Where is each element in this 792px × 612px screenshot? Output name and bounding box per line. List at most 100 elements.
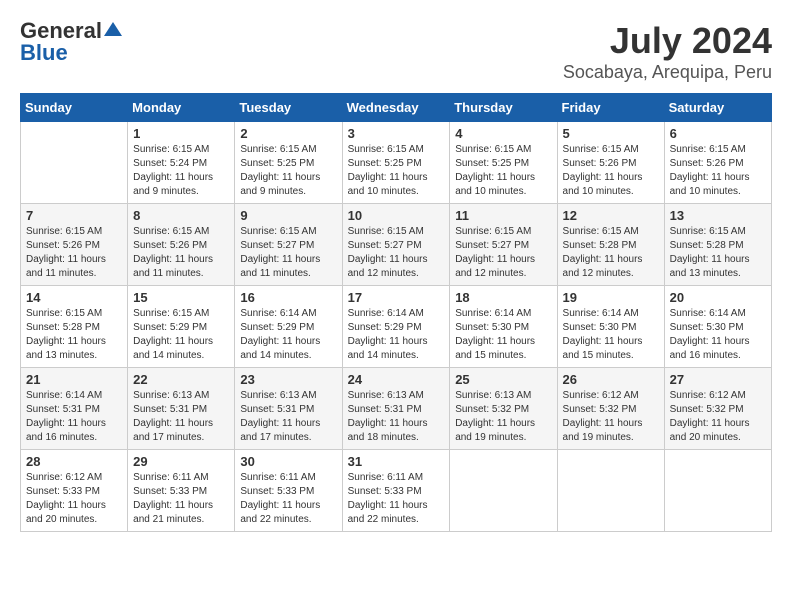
calendar-cell: 27 Sunrise: 6:12 AMSunset: 5:32 PMDayligh… xyxy=(664,368,771,450)
day-number: 23 xyxy=(240,372,336,387)
calendar-cell: 21Sunrise: 6:14 AMSunset: 5:31 PMDayligh… xyxy=(21,368,128,450)
calendar-cell: 1 Sunrise: 6:15 AMSunset: 5:24 PMDaylight… xyxy=(128,122,235,204)
logo: General Blue xyxy=(20,20,122,64)
day-info: Sunrise: 6:15 AMSunset: 5:28 PMDaylight:… xyxy=(26,307,122,363)
calendar-cell: 8 Sunrise: 6:15 AMSunset: 5:26 PMDaylight… xyxy=(128,204,235,286)
calendar-cell: 19 Sunrise: 6:14 AMSunset: 5:30 PMDayligh… xyxy=(557,286,664,368)
day-number: 6 xyxy=(670,126,766,141)
calendar-cell: 28Sunrise: 6:12 AMSunset: 5:33 PMDayligh… xyxy=(21,450,128,532)
day-number: 1 xyxy=(133,126,229,141)
day-info: Sunrise: 6:14 AMSunset: 5:29 PMDaylight:… xyxy=(348,307,445,363)
day-info: Sunrise: 6:15 AMSunset: 5:27 PMDaylight:… xyxy=(455,225,551,281)
calendar-cell: 7 Sunrise: 6:15 AMSunset: 5:26 PMDaylight… xyxy=(21,204,128,286)
day-number: 4 xyxy=(455,126,551,141)
day-number: 28 xyxy=(26,454,122,469)
weekday-header-friday: Friday xyxy=(557,94,664,122)
day-number: 26 xyxy=(563,372,659,387)
day-number: 27 xyxy=(670,372,766,387)
title-area: July 2024 Socabaya, Arequipa, Peru xyxy=(563,20,772,83)
day-info: Sunrise: 6:15 AMSunset: 5:25 PMDaylight:… xyxy=(455,143,551,199)
calendar-cell xyxy=(664,450,771,532)
calendar-cell: 2 Sunrise: 6:15 AMSunset: 5:25 PMDaylight… xyxy=(235,122,342,204)
day-number: 29 xyxy=(133,454,229,469)
calendar-cell: 30 Sunrise: 6:11 AMSunset: 5:33 PMDayligh… xyxy=(235,450,342,532)
calendar-cell: 10 Sunrise: 6:15 AMSunset: 5:27 PMDayligh… xyxy=(342,204,450,286)
day-number: 21 xyxy=(26,372,122,387)
calendar-cell: 29 Sunrise: 6:11 AMSunset: 5:33 PMDayligh… xyxy=(128,450,235,532)
day-info: Sunrise: 6:15 AMSunset: 5:28 PMDaylight:… xyxy=(563,225,659,281)
day-number: 20 xyxy=(670,290,766,305)
calendar-week-row: 7 Sunrise: 6:15 AMSunset: 5:26 PMDaylight… xyxy=(21,204,772,286)
day-number: 17 xyxy=(348,290,445,305)
day-number: 3 xyxy=(348,126,445,141)
calendar-cell: 16 Sunrise: 6:14 AMSunset: 5:29 PMDayligh… xyxy=(235,286,342,368)
day-info: Sunrise: 6:15 AMSunset: 5:26 PMDaylight:… xyxy=(133,225,229,281)
calendar-cell: 14Sunrise: 6:15 AMSunset: 5:28 PMDayligh… xyxy=(21,286,128,368)
calendar-cell: 18 Sunrise: 6:14 AMSunset: 5:30 PMDayligh… xyxy=(450,286,557,368)
calendar-cell: 20 Sunrise: 6:14 AMSunset: 5:30 PMDayligh… xyxy=(664,286,771,368)
day-number: 30 xyxy=(240,454,336,469)
day-info: Sunrise: 6:14 AMSunset: 5:30 PMDaylight:… xyxy=(670,307,766,363)
day-number: 7 xyxy=(26,208,122,223)
calendar-cell xyxy=(557,450,664,532)
calendar-cell: 25Sunrise: 6:13 AMSunset: 5:32 PMDayligh… xyxy=(450,368,557,450)
day-info: Sunrise: 6:15 AMSunset: 5:26 PMDaylight:… xyxy=(563,143,659,199)
day-info: Sunrise: 6:13 AMSunset: 5:31 PMDaylight:… xyxy=(348,389,445,445)
day-info: Sunrise: 6:14 AMSunset: 5:30 PMDaylight:… xyxy=(563,307,659,363)
day-info: Sunrise: 6:12 AMSunset: 5:32 PMDaylight:… xyxy=(563,389,659,445)
calendar-cell: 22 Sunrise: 6:13 AMSunset: 5:31 PMDayligh… xyxy=(128,368,235,450)
calendar-cell: 26 Sunrise: 6:12 AMSunset: 5:32 PMDayligh… xyxy=(557,368,664,450)
location-subtitle: Socabaya, Arequipa, Peru xyxy=(563,62,772,83)
day-number: 2 xyxy=(240,126,336,141)
weekday-header-sunday: Sunday xyxy=(21,94,128,122)
day-number: 16 xyxy=(240,290,336,305)
day-info: Sunrise: 6:15 AMSunset: 5:25 PMDaylight:… xyxy=(240,143,336,199)
day-info: Sunrise: 6:14 AMSunset: 5:30 PMDaylight:… xyxy=(455,307,551,363)
calendar-cell: 23 Sunrise: 6:13 AMSunset: 5:31 PMDayligh… xyxy=(235,368,342,450)
day-info: Sunrise: 6:12 AMSunset: 5:32 PMDaylight:… xyxy=(670,389,766,445)
weekday-header-thursday: Thursday xyxy=(450,94,557,122)
day-number: 9 xyxy=(240,208,336,223)
day-info: Sunrise: 6:15 AMSunset: 5:25 PMDaylight:… xyxy=(348,143,445,199)
day-number: 8 xyxy=(133,208,229,223)
day-info: Sunrise: 6:15 AMSunset: 5:27 PMDaylight:… xyxy=(240,225,336,281)
day-info: Sunrise: 6:15 AMSunset: 5:27 PMDaylight:… xyxy=(348,225,445,281)
day-number: 18 xyxy=(455,290,551,305)
calendar-week-row: 28Sunrise: 6:12 AMSunset: 5:33 PMDayligh… xyxy=(21,450,772,532)
page-header: General Blue July 2024 Socabaya, Arequip… xyxy=(20,20,772,83)
day-number: 15 xyxy=(133,290,229,305)
day-info: Sunrise: 6:15 AMSunset: 5:26 PMDaylight:… xyxy=(26,225,122,281)
day-number: 19 xyxy=(563,290,659,305)
weekday-header-row: SundayMondayTuesdayWednesdayThursdayFrid… xyxy=(21,94,772,122)
day-number: 12 xyxy=(563,208,659,223)
calendar-cell: 13Sunrise: 6:15 AMSunset: 5:28 PMDayligh… xyxy=(664,204,771,286)
day-number: 22 xyxy=(133,372,229,387)
calendar-cell: 6 Sunrise: 6:15 AMSunset: 5:26 PMDaylight… xyxy=(664,122,771,204)
logo-blue-text: Blue xyxy=(20,42,68,64)
day-info: Sunrise: 6:13 AMSunset: 5:31 PMDaylight:… xyxy=(133,389,229,445)
logo-triangle-icon xyxy=(104,20,122,38)
day-info: Sunrise: 6:11 AMSunset: 5:33 PMDaylight:… xyxy=(133,471,229,527)
weekday-header-saturday: Saturday xyxy=(664,94,771,122)
logo-general-text: General xyxy=(20,20,102,42)
day-info: Sunrise: 6:14 AMSunset: 5:29 PMDaylight:… xyxy=(240,307,336,363)
day-number: 10 xyxy=(348,208,445,223)
day-info: Sunrise: 6:13 AMSunset: 5:31 PMDaylight:… xyxy=(240,389,336,445)
calendar-cell: 4 Sunrise: 6:15 AMSunset: 5:25 PMDaylight… xyxy=(450,122,557,204)
weekday-header-wednesday: Wednesday xyxy=(342,94,450,122)
weekday-header-monday: Monday xyxy=(128,94,235,122)
day-number: 5 xyxy=(563,126,659,141)
calendar-week-row: 14Sunrise: 6:15 AMSunset: 5:28 PMDayligh… xyxy=(21,286,772,368)
day-info: Sunrise: 6:11 AMSunset: 5:33 PMDaylight:… xyxy=(240,471,336,527)
calendar-cell: 3 Sunrise: 6:15 AMSunset: 5:25 PMDaylight… xyxy=(342,122,450,204)
calendar-cell: 24 Sunrise: 6:13 AMSunset: 5:31 PMDayligh… xyxy=(342,368,450,450)
day-info: Sunrise: 6:15 AMSunset: 5:26 PMDaylight:… xyxy=(670,143,766,199)
day-number: 31 xyxy=(348,454,445,469)
day-info: Sunrise: 6:13 AMSunset: 5:32 PMDaylight:… xyxy=(455,389,551,445)
day-info: Sunrise: 6:15 AMSunset: 5:24 PMDaylight:… xyxy=(133,143,229,199)
day-number: 24 xyxy=(348,372,445,387)
calendar-week-row: 1 Sunrise: 6:15 AMSunset: 5:24 PMDaylight… xyxy=(21,122,772,204)
day-info: Sunrise: 6:11 AMSunset: 5:33 PMDaylight:… xyxy=(348,471,445,527)
calendar-week-row: 21Sunrise: 6:14 AMSunset: 5:31 PMDayligh… xyxy=(21,368,772,450)
calendar-cell xyxy=(21,122,128,204)
